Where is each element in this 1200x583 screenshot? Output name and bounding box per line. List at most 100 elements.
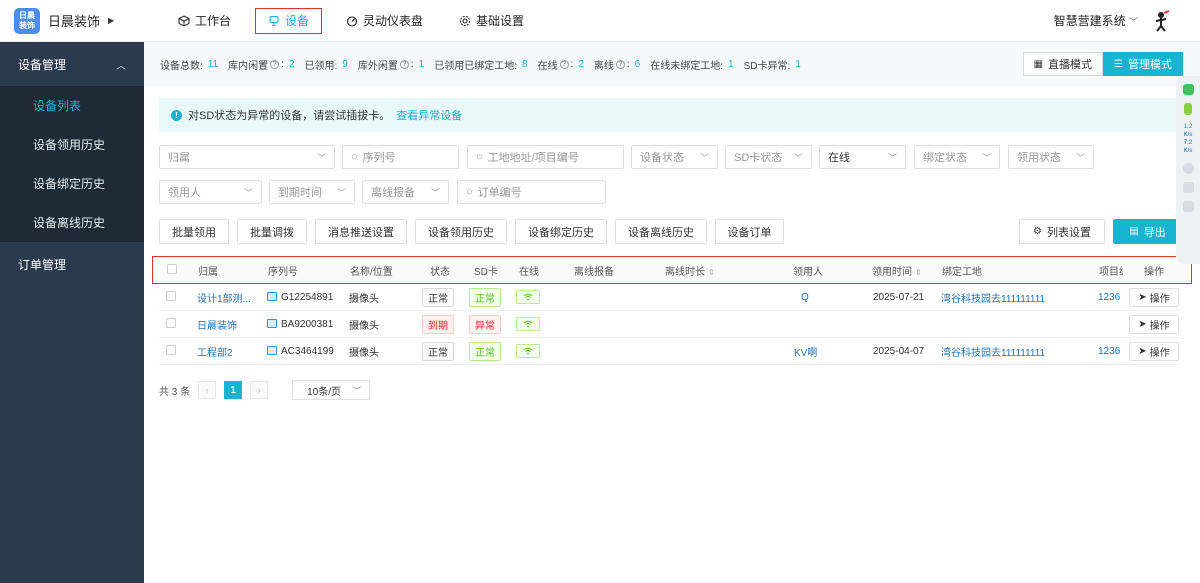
device-orders-button[interactable]: 设备订单 [715,219,784,244]
row-op-button[interactable]: ➤ 操作 [1129,314,1179,334]
row-site[interactable]: 湾谷科技园去111111111 [941,344,1045,359]
row-owner[interactable]: 设计1部测... [197,290,257,305]
row-op-button[interactable]: ➤ 操作 [1129,287,1179,307]
nav-device[interactable]: 设备 [255,7,323,34]
battery-icon[interactable] [1184,103,1192,115]
status-badge: 到期 [422,314,454,334]
row-owner[interactable]: 工程部2 [197,344,257,359]
floating-toolbar[interactable]: 1.2 K/s 7.2 K/s [1176,76,1200,264]
nav-workbench[interactable]: 工作台 [166,8,243,34]
caret-right-icon: ▶ [108,16,115,25]
nav-dashboard[interactable]: 灵动仪表盘 [334,8,435,34]
main-content: 设备总数: 11 库内闲置?:2 已领用: 9 库外闲置?:1 已领用已绑定工地: 8… [144,42,1200,583]
sidebar-item-claim-history[interactable]: 设备领用历史 [0,125,144,164]
row-op-button[interactable]: ➤ 操作 [1129,341,1179,361]
stat-online: 在线?:2 [537,58,584,72]
sidebar-item-bind-history[interactable]: 设备绑定历史 [0,164,144,203]
live-mode-label: 直播模式 [1048,59,1093,71]
sidebar-item-device-list[interactable]: 设备列表 [0,86,144,125]
export-button[interactable]: ▤ 导出 [1113,219,1182,244]
nav-settings[interactable]: 基础设置 [447,8,536,34]
image-icon[interactable] [267,318,277,328]
help-icon[interactable]: ? [399,59,409,69]
manage-mode-button[interactable]: ☰ 管理模式 [1103,52,1183,76]
bind-status-placeholder: 绑定状态 [923,152,967,164]
next-page-button[interactable]: › [250,381,269,399]
help-icon[interactable]: ? [559,59,569,69]
sd-badge: 异常 [469,314,501,334]
stat-value: 1 [728,58,734,70]
device-status-select[interactable]: 设备状态 ﹀ [631,145,718,169]
row-checkbox[interactable] [166,317,176,331]
stat-idle-out: 库外闲置?:1 [357,58,425,72]
view-abnormal-link[interactable]: 查看异常设备 [396,107,462,123]
claimer-select[interactable]: 领用人 ﹀ [159,180,262,204]
search-icon: ○ [476,151,483,163]
nav-dashboard-label: 灵动仪表盘 [363,14,424,28]
sidebar-item-offline-history[interactable]: 设备离线历史 [0,203,144,242]
row-owner[interactable]: 日晨装饰 [197,317,257,332]
settings-icon[interactable] [1182,163,1194,174]
site-search[interactable]: ○ 工地地址/项目编号 [467,145,624,169]
image-icon[interactable] [267,345,277,355]
help-icon[interactable]: ? [615,59,625,69]
row-checkbox[interactable] [166,344,176,358]
image-icon[interactable] [1182,182,1194,193]
stat-label: SD卡异常: [743,60,791,72]
sd-status-select[interactable]: SD卡状态 ﹀ [725,145,812,169]
column-settings-button[interactable]: ⚙ 列表设置 [1019,219,1105,244]
offline-report-select[interactable]: 离线报备 ﹀ [362,180,449,204]
row-site[interactable]: 湾谷科技园去111111111 [941,290,1045,305]
serial-search[interactable]: ○ 序列号 [342,145,459,169]
row-checkbox[interactable] [166,290,176,304]
order-search-placeholder: 订单编号 [477,187,522,199]
row-project[interactable]: 1236 [1098,346,1120,357]
select-all-checkbox[interactable] [167,263,177,277]
row-op-label: 操作 [1149,293,1170,305]
col-claimer: 领用人 [793,266,823,278]
col-claim-time[interactable]: 领用时间 ⇕ [872,263,922,278]
help-icon[interactable]: ? [270,59,280,69]
sidebar-group-device[interactable]: 设备管理 ︿ [0,42,144,86]
row-name: 摄像头 [349,320,379,332]
expire-time-select[interactable]: 到期时间 ﹀ [269,180,355,204]
online-select[interactable]: 在线 ﹀ [819,145,906,169]
row-serial-text: BA9200381 [281,318,334,330]
bind-status-select[interactable]: 绑定状态 ﹀ [914,145,1000,169]
pagination: 共 3 条 ‹ 1 › 10条/页 ﹀ [159,380,371,400]
page-size-select[interactable]: 10条/页 ﹀ [292,380,371,400]
camera-icon[interactable] [1182,201,1194,212]
net-speed: 1.2 K/s 7.2 K/s [1184,123,1193,155]
claim-status-select[interactable]: 领用状态 ﹀ [1008,145,1094,169]
row-claimer[interactable]: Q [801,292,809,303]
live-mode-button[interactable]: ▦ 直播模式 [1022,52,1104,76]
image-icon[interactable] [267,291,277,301]
status-badge: 正常 [422,341,454,361]
col-offline-duration[interactable]: 离线时长 ⇕ [665,263,715,278]
offline-history-button[interactable]: 设备离线历史 [615,219,707,244]
sd-badge: 正常 [469,341,501,361]
owner-select-placeholder: 归属 [168,152,190,164]
row-claimer[interactable]: KV啊 [794,344,817,359]
owner-select[interactable]: 归属 ﹀ [159,145,335,169]
gear-icon: ⚙ [1033,226,1042,237]
sidebar-group-order[interactable]: 订单管理 [0,242,144,286]
brand-switcher[interactable]: 日晨 装饰 日晨装饰 ▶ [0,0,144,42]
shield-icon[interactable] [1182,84,1194,95]
avatar[interactable] [1148,7,1174,34]
claim-history-button[interactable]: 设备领用历史 [415,219,507,244]
order-search[interactable]: ○ 订单编号 [457,180,606,204]
stat-label: 库内闲置 [228,60,269,72]
prev-page-button[interactable]: ‹ [198,381,217,399]
send-icon: ➤ [1138,291,1147,303]
batch-transfer-button[interactable]: 批量调拨 [237,219,307,244]
batch-claim-button[interactable]: 批量领用 [159,219,229,244]
chevron-down-icon: ﹀ [1075,152,1085,163]
row-project[interactable]: 1236 [1098,292,1120,303]
system-switcher[interactable]: 智慧营建系统 ﹀ [1054,12,1138,29]
page-1-button[interactable]: 1 [224,381,243,399]
bind-history-button[interactable]: 设备绑定历史 [515,219,607,244]
net-up-unit: K/s [1183,132,1193,138]
push-settings-button[interactable]: 消息推送设置 [315,219,407,244]
sd-status-placeholder: SD卡状态 [734,152,783,164]
